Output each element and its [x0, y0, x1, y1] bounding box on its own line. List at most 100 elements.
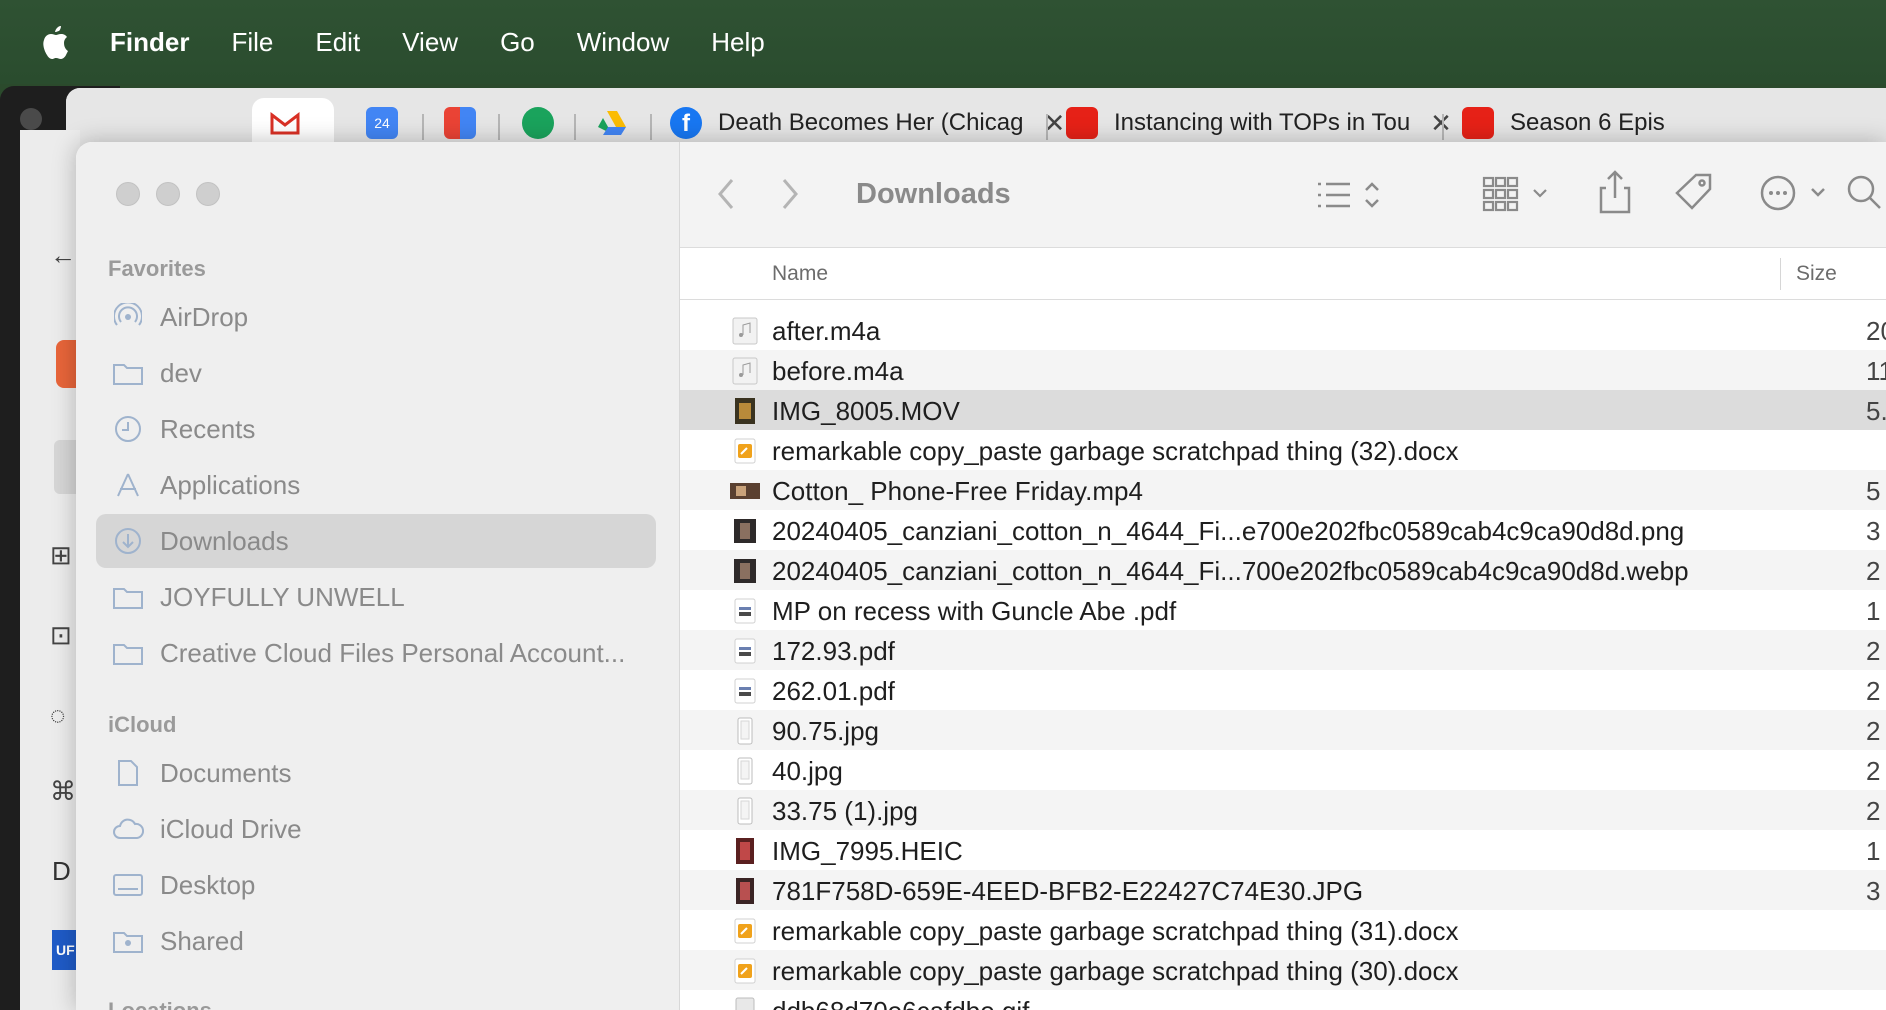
- sidebar-item-label: Recents: [160, 413, 256, 444]
- menu-help[interactable]: Help: [711, 27, 764, 58]
- image-thumbnail-icon: [736, 878, 754, 904]
- file-size: 3: [1866, 516, 1881, 546]
- sidebar-item-shared[interactable]: Shared: [96, 914, 656, 968]
- finder-toolbar: Downloads: [680, 142, 1886, 248]
- sidebar-item-applications[interactable]: Applications: [96, 458, 656, 512]
- sidebar-item-creative-cloud[interactable]: Creative Cloud Files Personal Account...: [96, 626, 656, 680]
- menu-view[interactable]: View: [402, 27, 458, 58]
- column-header-size[interactable]: Size: [1796, 262, 1837, 286]
- sidebar-item-label: dev: [160, 357, 202, 388]
- file-name: ddb68d70e6cafdbe.gif: [772, 996, 1029, 1010]
- tab-facebook[interactable]: f Death Becomes Her (Chicag ✕: [670, 98, 1065, 148]
- audio-file-icon: [732, 357, 758, 385]
- app-logo: UF: [52, 930, 78, 970]
- folder-icon: [112, 359, 144, 387]
- tab-gmail[interactable]: [252, 98, 334, 148]
- zoom-button[interactable]: [196, 182, 220, 206]
- back-chevron-icon[interactable]: [714, 176, 738, 212]
- list-view-icon[interactable]: [1316, 178, 1390, 212]
- file-row[interactable]: 20240405_canziani_cotton_n_4644_Fi...e70…: [680, 510, 1886, 550]
- file-row[interactable]: 172.93.pdf 2: [680, 630, 1886, 670]
- file-name: 90.75.jpg: [772, 716, 879, 746]
- minimize-button[interactable]: [156, 182, 180, 206]
- tab-label: Death Becomes Her (Chicag: [718, 109, 1024, 136]
- video-thumbnail-icon: [730, 483, 760, 499]
- file-name: remarkable copy_paste garbage scratchpad…: [772, 916, 1459, 946]
- file-row[interactable]: 40.jpg 2: [680, 750, 1886, 790]
- column-divider[interactable]: [1780, 258, 1781, 290]
- tab-sheets[interactable]: [522, 98, 570, 148]
- menu-finder[interactable]: Finder: [110, 27, 189, 58]
- sidebar-item-label: Shared: [160, 925, 244, 956]
- sidebar-item-recents[interactable]: Recents: [96, 402, 656, 456]
- forward-chevron-icon[interactable]: [778, 176, 802, 212]
- image-thumbnail-icon: [734, 519, 756, 543]
- tab-youtube-1[interactable]: Instancing with TOPs in Tou ✕: [1066, 98, 1452, 148]
- sidebar-item-label: Downloads: [160, 525, 289, 556]
- tab-youtube-2[interactable]: Season 6 Epis: [1462, 98, 1665, 148]
- sidebar-item-icloud-drive[interactable]: iCloud Drive: [96, 802, 656, 856]
- menu-go[interactable]: Go: [500, 27, 535, 58]
- file-row[interactable]: remarkable copy_paste garbage scratchpad…: [680, 430, 1886, 470]
- cloud-icon: [112, 815, 144, 843]
- sidebar-item-joyfully-unwell[interactable]: JOYFULLY UNWELL: [96, 570, 656, 624]
- desktop-icon: [112, 871, 144, 899]
- tab-drive[interactable]: [596, 98, 644, 148]
- file-row[interactable]: remarkable copy_paste garbage scratchpad…: [680, 950, 1886, 990]
- app-badge: [56, 340, 78, 388]
- file-row[interactable]: MP on recess with Guncle Abe .pdf 1: [680, 590, 1886, 630]
- file-row[interactable]: remarkable copy_paste garbage scratchpad…: [680, 910, 1886, 950]
- background-heading: D: [52, 856, 71, 886]
- file-row[interactable]: 781F758D-659E-4EED-BFB2-E22427C74E30.JPG…: [680, 870, 1886, 910]
- file-size: 11: [1866, 356, 1886, 386]
- file-size: 20: [1866, 316, 1886, 346]
- file-row[interactable]: 33.75 (1).jpg 2: [680, 790, 1886, 830]
- file-size: 2: [1866, 636, 1881, 666]
- folder-icon: [112, 639, 144, 667]
- sidebar-item-label: Documents: [160, 757, 292, 788]
- file-name: remarkable copy_paste garbage scratchpad…: [772, 956, 1459, 986]
- sidebar-item-downloads[interactable]: Downloads: [96, 514, 656, 568]
- file-row[interactable]: after.m4a 20: [680, 310, 1886, 350]
- sidebar-item-airdrop[interactable]: AirDrop: [96, 290, 656, 344]
- search-icon[interactable]: [1846, 174, 1882, 212]
- download-icon: [112, 527, 144, 555]
- tab-calendar[interactable]: 24: [366, 98, 414, 148]
- file-row[interactable]: 90.75.jpg 2: [680, 710, 1886, 750]
- file-row[interactable]: ddb68d70e6cafdbe.gif: [680, 990, 1886, 1010]
- background-page-sidebar: ← ⊞ ⊡ ◌ ⌘: [20, 130, 80, 1010]
- more-actions-icon[interactable]: [1760, 174, 1834, 212]
- file-row[interactable]: before.m4a 11: [680, 350, 1886, 390]
- file-size: 2: [1866, 796, 1881, 826]
- share-icon[interactable]: [1598, 170, 1632, 214]
- group-view-icon[interactable]: [1482, 174, 1556, 214]
- sidebar-item-label: Creative Cloud Files Personal Account...: [160, 637, 626, 668]
- file-row[interactable]: 20240405_canziani_cotton_n_4644_Fi...700…: [680, 550, 1886, 590]
- jpg-file-icon: [737, 757, 753, 785]
- close-button[interactable]: [116, 182, 140, 206]
- sidebar-item-documents[interactable]: Documents: [96, 746, 656, 800]
- file-name: 781F758D-659E-4EED-BFB2-E22427C74E30.JPG: [772, 876, 1364, 906]
- sidebar-item-dev[interactable]: dev: [96, 346, 656, 400]
- airdrop-icon: [112, 303, 144, 331]
- menu-edit[interactable]: Edit: [315, 27, 360, 58]
- column-header-name[interactable]: Name: [772, 262, 828, 286]
- tag-icon[interactable]: [1674, 172, 1714, 212]
- file-name: IMG_7995.HEIC: [772, 836, 963, 866]
- sidebar-section-locations: Locations: [108, 998, 212, 1010]
- file-row[interactable]: 262.01.pdf 2: [680, 670, 1886, 710]
- file-row[interactable]: IMG_7995.HEIC 1: [680, 830, 1886, 870]
- menu-file[interactable]: File: [231, 27, 273, 58]
- file-name: IMG_8005.MOV: [772, 396, 960, 426]
- apple-menu-icon[interactable]: [38, 24, 70, 60]
- gmail-icon: [270, 111, 300, 135]
- video-thumbnail-icon: [735, 398, 755, 424]
- tab-separator: [1046, 114, 1048, 140]
- menu-window[interactable]: Window: [577, 27, 669, 58]
- tab-separator: [1442, 114, 1444, 140]
- file-row[interactable]: Cotton_ Phone-Free Friday.mp4 5: [680, 470, 1886, 510]
- finder-window: Favorites AirDrop dev Recents Applicatio…: [76, 142, 1886, 1010]
- tab-app[interactable]: [444, 98, 492, 148]
- file-row-selected[interactable]: IMG_8005.MOV 5.: [680, 390, 1886, 430]
- sidebar-item-desktop[interactable]: Desktop: [96, 858, 656, 912]
